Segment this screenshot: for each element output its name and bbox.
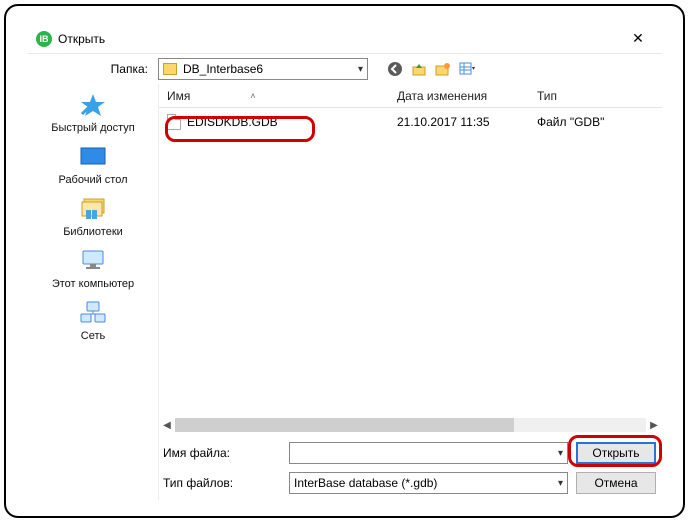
app-icon: IB	[36, 31, 52, 47]
filename-input[interactable]: ▾	[289, 442, 568, 464]
folder-icon	[163, 63, 177, 75]
star-icon	[76, 90, 110, 120]
computer-icon	[76, 246, 110, 276]
cancel-button[interactable]: Отмена	[576, 472, 656, 494]
window-title: Открыть	[58, 32, 618, 46]
titlebar: IB Открыть ✕	[28, 24, 662, 54]
place-quick-access[interactable]: Быстрый доступ	[28, 90, 158, 134]
column-label: Тип	[537, 89, 557, 103]
scroll-thumb[interactable]	[175, 418, 514, 432]
chevron-down-icon[interactable]: ▾	[558, 448, 563, 459]
place-label: Библиотеки	[63, 226, 123, 238]
file-list[interactable]: EDISDKDB.GDB 21.10.2017 11:35 Файл "GDB"	[159, 108, 662, 416]
filetype-label: Тип файлов:	[159, 476, 289, 490]
column-header-type[interactable]: Тип	[529, 84, 662, 107]
folder-combo[interactable]: DB_Interbase6 ▾	[158, 58, 368, 80]
up-button[interactable]	[410, 60, 428, 78]
chevron-down-icon[interactable]: ▾	[558, 478, 563, 489]
file-name: EDISDKDB.GDB	[187, 115, 278, 129]
sort-indicator-icon: ˄	[250, 91, 255, 101]
folder-name: DB_Interbase6	[183, 62, 358, 76]
folder-row: Папка: DB_Interbase6 ▾	[28, 54, 662, 84]
network-icon	[76, 298, 110, 328]
file-area: Имя ˄ Дата изменения Тип EDISDKDB.GDB 21…	[158, 84, 662, 500]
column-label: Имя	[167, 89, 190, 103]
open-button[interactable]: Открыть	[576, 442, 656, 464]
libraries-icon	[76, 194, 110, 224]
column-header-name[interactable]: Имя ˄	[159, 84, 389, 107]
filetype-value: InterBase database (*.gdb)	[294, 476, 558, 490]
new-folder-button[interactable]	[434, 60, 452, 78]
place-label: Рабочий стол	[58, 174, 127, 186]
scroll-left-button[interactable]: ◀	[159, 417, 175, 433]
file-icon	[167, 114, 181, 130]
button-label: Открыть	[592, 446, 639, 460]
filename-label: Имя файла:	[159, 446, 289, 460]
file-date: 21.10.2017 11:35	[389, 115, 529, 129]
scroll-right-button[interactable]: ▶	[646, 417, 662, 433]
column-headers: Имя ˄ Дата изменения Тип	[159, 84, 662, 108]
place-label: Этот компьютер	[52, 278, 134, 290]
bottom-panel: Имя файла: ▾ Открыть Тип файлов: InterBa…	[159, 434, 662, 500]
file-type: Файл "GDB"	[529, 115, 633, 129]
place-desktop[interactable]: Рабочий стол	[28, 142, 158, 186]
scroll-track[interactable]	[175, 418, 646, 432]
button-label: Отмена	[594, 476, 637, 490]
open-file-dialog: IB Открыть ✕ Папка: DB_Interbase6 ▾	[28, 24, 662, 500]
chevron-down-icon: ▾	[358, 64, 363, 75]
folder-label: Папка:	[28, 62, 158, 76]
view-menu-button[interactable]	[458, 60, 476, 78]
place-this-pc[interactable]: Этот компьютер	[28, 246, 158, 290]
folder-toolbar	[386, 60, 476, 78]
horizontal-scrollbar[interactable]: ◀ ▶	[159, 416, 662, 434]
filetype-combo[interactable]: InterBase database (*.gdb) ▾	[289, 472, 568, 494]
places-bar: Быстрый доступ Рабочий стол Библиотеки Э…	[28, 84, 158, 500]
desktop-icon	[76, 142, 110, 172]
column-label: Дата изменения	[397, 89, 487, 103]
back-button[interactable]	[386, 60, 404, 78]
close-button[interactable]: ✕	[618, 25, 658, 53]
place-libraries[interactable]: Библиотеки	[28, 194, 158, 238]
place-label: Сеть	[81, 330, 105, 342]
column-header-date[interactable]: Дата изменения	[389, 84, 529, 107]
place-label: Быстрый доступ	[51, 122, 135, 134]
list-item[interactable]: EDISDKDB.GDB 21.10.2017 11:35 Файл "GDB"	[165, 114, 633, 130]
place-network[interactable]: Сеть	[28, 298, 158, 342]
